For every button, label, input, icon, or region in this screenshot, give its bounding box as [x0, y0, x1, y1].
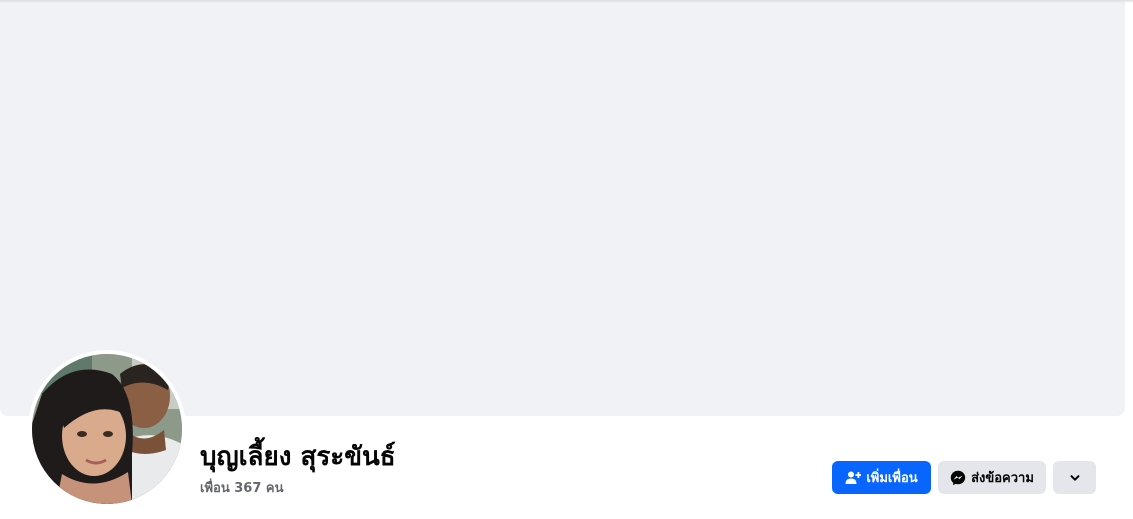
- cover-photo[interactable]: [0, 0, 1125, 416]
- messenger-icon: [950, 470, 966, 486]
- add-friend-icon: [845, 470, 862, 486]
- profile-name: บุญเลี้ยง สุระขันธ์: [200, 442, 396, 472]
- friends-count-link[interactable]: เพื่อน 367 คน: [200, 477, 283, 498]
- send-message-label: ส่งข้อความ: [971, 471, 1034, 486]
- header-shadow: [0, 0, 1133, 3]
- more-options-button[interactable]: [1053, 461, 1096, 494]
- profile-header: บุญเลี้ยง สุระขันธ์ เพื่อน 367 คน เพิ่มเ…: [0, 0, 1133, 519]
- chevron-down-icon: [1067, 470, 1083, 486]
- send-message-button[interactable]: ส่งข้อความ: [938, 461, 1046, 494]
- add-friend-label: เพิ่มเพื่อน: [866, 471, 918, 486]
- profile-picture-frame[interactable]: [28, 350, 186, 508]
- profile-picture[interactable]: [32, 354, 182, 504]
- profile-photo-image: [32, 354, 182, 504]
- add-friend-button[interactable]: เพิ่มเพื่อน: [832, 461, 931, 494]
